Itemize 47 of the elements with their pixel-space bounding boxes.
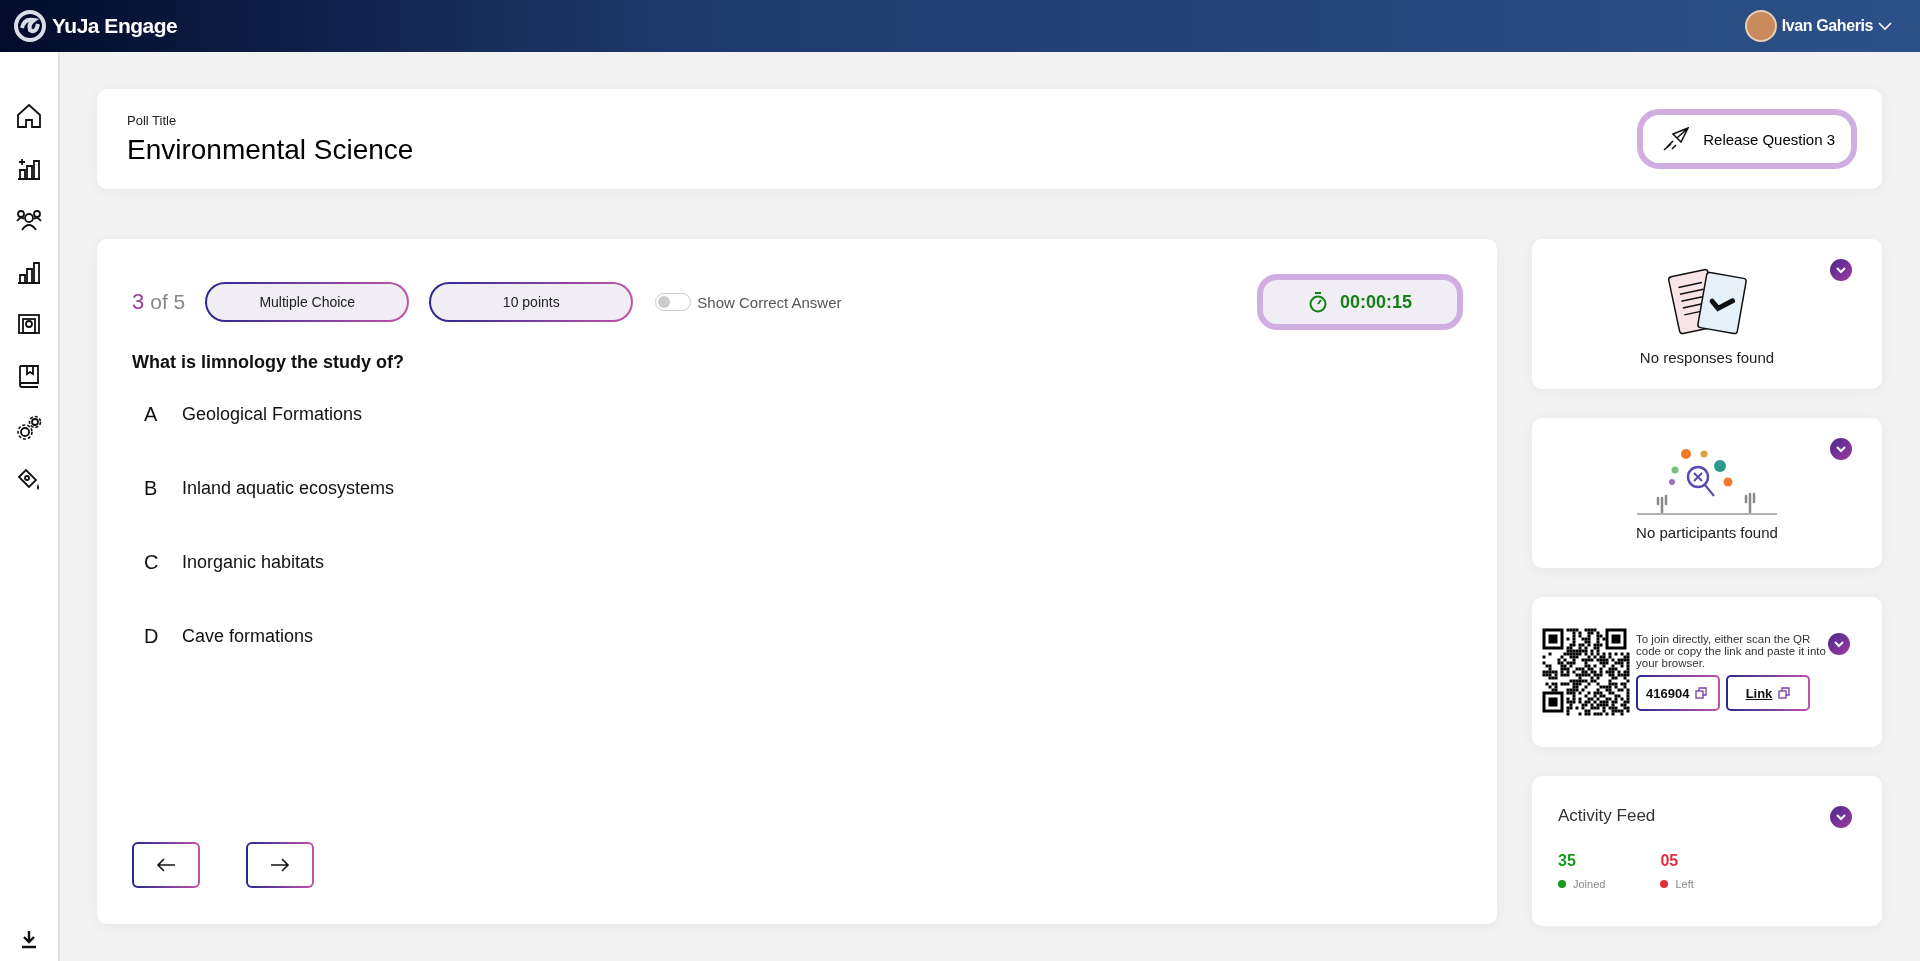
release-question-button[interactable]: Release Question 3: [1637, 109, 1857, 169]
empty-state-message: No participants found: [1636, 523, 1778, 541]
chevron-down-icon[interactable]: [1830, 259, 1852, 281]
swirl-logo-icon: [14, 10, 46, 42]
copy-code-button[interactable]: 416904: [1636, 675, 1720, 712]
copy-link-button[interactable]: Link: [1726, 675, 1810, 712]
toggle-switch[interactable]: [655, 293, 692, 311]
chevron-down-icon[interactable]: [1828, 633, 1850, 655]
chevron-down-icon[interactable]: [1830, 438, 1852, 460]
stat-label: Joined: [1573, 878, 1606, 890]
poll-title-label: Poll Title: [127, 112, 178, 128]
question-total: of 5: [150, 290, 186, 314]
avatar: [1744, 10, 1777, 42]
next-button[interactable]: [246, 842, 314, 888]
option-letter: B: [143, 476, 159, 500]
user-name[interactable]: Ivan Gaheris: [1781, 17, 1873, 35]
option-letter: C: [143, 550, 160, 574]
option-letter: D: [143, 624, 160, 648]
stat-label: Left: [1675, 878, 1694, 890]
gears-icon[interactable]: [15, 414, 43, 442]
download-icon[interactable]: [19, 929, 39, 949]
stat-value: 05: [1660, 852, 1680, 870]
option-letter: A: [143, 402, 159, 426]
join-instructions: To join directly, either scan the QR code or copy the link and paste it into your browser.: [1636, 632, 1826, 670]
previous-button[interactable]: [132, 842, 200, 888]
paper-plane-icon: [1663, 127, 1690, 151]
option-text[interactable]: Cave formations: [182, 625, 314, 647]
empty-state-message: No responses found: [1639, 348, 1775, 366]
question-number: 3: [132, 289, 145, 315]
arrow-right-icon: [270, 858, 290, 872]
option-text[interactable]: Geological Formations: [182, 403, 363, 425]
timer: 00:00:15: [1257, 274, 1463, 330]
app-name: YuJa Engage: [52, 14, 178, 38]
copy-icon: [1695, 687, 1708, 700]
copy-icon: [1778, 687, 1791, 700]
stopwatch-icon: [1307, 291, 1328, 313]
toggle-label: Show Correct Answer: [697, 293, 842, 311]
option-text[interactable]: Inorganic habitats: [182, 551, 325, 573]
activity-feed-title: Activity Feed: [1558, 806, 1656, 826]
home-icon[interactable]: [15, 102, 43, 130]
chevron-down-icon[interactable]: [1878, 21, 1892, 31]
arrow-left-icon: [156, 858, 176, 872]
chevron-down-icon[interactable]: [1830, 806, 1852, 828]
stat-value: 35: [1558, 852, 1577, 870]
option-text[interactable]: Inland aquatic ecosystems: [182, 477, 395, 499]
poll-title: Environmental Science: [127, 133, 414, 166]
question-text: What is limnology the study of?: [132, 352, 405, 373]
